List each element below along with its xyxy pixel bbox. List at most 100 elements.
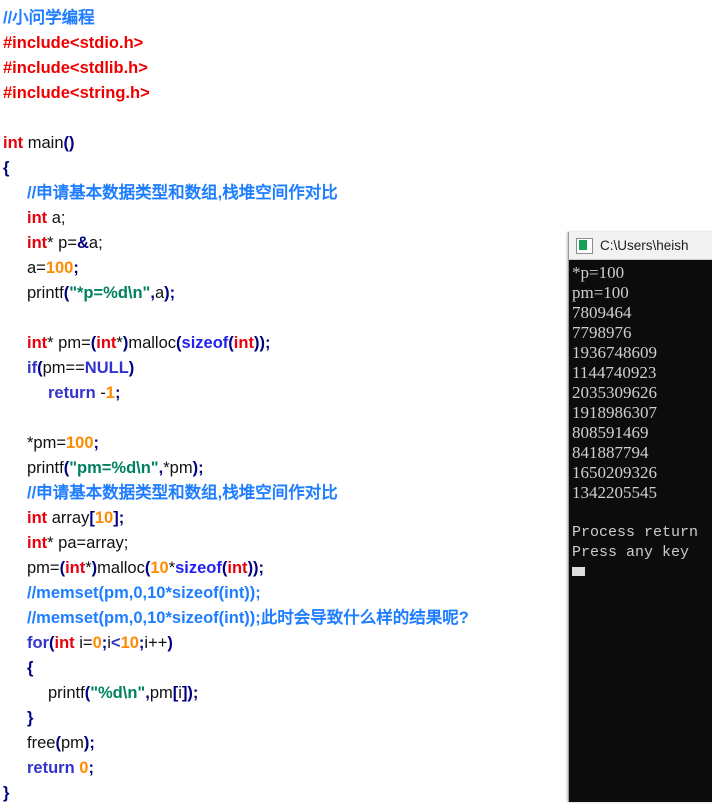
console-output-line: Process return bbox=[572, 524, 699, 541]
console-output-line: Press any key bbox=[572, 544, 690, 561]
code-token: 1 bbox=[105, 384, 115, 402]
code-line[interactable]: //申请基本数据类型和数组,栈堆空间作对比 bbox=[0, 181, 712, 206]
code-token: return bbox=[48, 384, 96, 402]
code-token: NULL bbox=[84, 359, 129, 377]
code-line[interactable]: #include<string.h> bbox=[0, 81, 712, 106]
code-token: int bbox=[3, 134, 24, 152]
code-line[interactable]: int main() bbox=[0, 131, 712, 156]
code-token: int bbox=[65, 559, 86, 577]
code-token: ; bbox=[88, 759, 94, 777]
code-token: #include<string.h> bbox=[3, 84, 150, 102]
code-line[interactable]: #include<stdlib.h> bbox=[0, 56, 712, 81]
code-token: a= bbox=[27, 259, 46, 277]
console-output-line: 7809464 bbox=[572, 303, 632, 322]
code-token: *pm bbox=[163, 459, 193, 477]
console-output-lines: *p=100 pm=100 7809464 7798976 1936748609 1144… bbox=[572, 263, 712, 563]
code-token: printf bbox=[27, 459, 64, 477]
console-window[interactable]: C:\Users\heish *p=100 pm=100 7809464 779897… bbox=[568, 232, 712, 802]
code-token: "pm=%d\n" bbox=[69, 459, 159, 477]
code-token: } bbox=[3, 784, 10, 802]
console-output-line: pm=100 bbox=[572, 283, 629, 302]
code-token: printf bbox=[48, 684, 85, 702]
code-token: { bbox=[3, 159, 10, 177]
code-token: array bbox=[47, 509, 90, 527]
console-output-line: 1936748609 bbox=[572, 343, 657, 362]
console-output-line: *p=100 bbox=[572, 263, 625, 282]
code-token: int bbox=[27, 234, 48, 252]
code-token: ) bbox=[167, 634, 173, 652]
code-token: malloc bbox=[97, 559, 145, 577]
code-token: i++ bbox=[144, 634, 168, 652]
code-token: 10 bbox=[150, 559, 169, 577]
code-token: )); bbox=[253, 334, 271, 352]
code-token: 100 bbox=[45, 259, 74, 277]
console-titlebar[interactable]: C:\Users\heish bbox=[569, 232, 712, 260]
code-token: 10 bbox=[94, 509, 114, 527]
code-token: 100 bbox=[65, 434, 94, 452]
code-token: "*p=%d\n" bbox=[69, 284, 151, 302]
code-token: pm bbox=[60, 734, 84, 752]
console-output-line: 7798976 bbox=[572, 323, 632, 342]
code-token: "%d\n" bbox=[90, 684, 146, 702]
code-token: int bbox=[96, 334, 117, 352]
code-token: ]); bbox=[181, 684, 199, 702]
code-token: a; bbox=[47, 209, 66, 227]
code-token: - bbox=[95, 384, 106, 402]
console-title-text: C:\Users\heish bbox=[600, 238, 689, 253]
code-token: ; bbox=[73, 259, 79, 277]
code-token: & bbox=[77, 234, 89, 252]
code-token: ; bbox=[114, 384, 121, 402]
code-token: * pa=array; bbox=[47, 534, 129, 552]
code-token: } bbox=[27, 709, 34, 727]
code-token: pm= bbox=[27, 559, 60, 577]
code-token: sizeof bbox=[181, 334, 229, 352]
code-token: #include<stdio.h> bbox=[3, 34, 144, 52]
code-token: { bbox=[27, 659, 34, 677]
code-token: 10 bbox=[120, 634, 139, 652]
console-cursor bbox=[572, 567, 585, 576]
console-output-line: 1918986307 bbox=[572, 403, 657, 422]
console-output-area[interactable]: *p=100 pm=100 7809464 7798976 1936748609 1144… bbox=[569, 260, 712, 802]
code-token: a; bbox=[88, 234, 103, 252]
code-token: #include<stdlib.h> bbox=[3, 59, 148, 77]
code-token: //小问学编程 bbox=[3, 9, 95, 27]
code-token: int bbox=[233, 334, 254, 352]
code-token: i= bbox=[74, 634, 93, 652]
code-token: int bbox=[54, 634, 75, 652]
code-token: 0 bbox=[92, 634, 102, 652]
code-token: ; bbox=[93, 434, 100, 452]
code-token: a bbox=[154, 284, 165, 302]
code-token: ); bbox=[83, 734, 95, 752]
code-token: pm bbox=[149, 684, 173, 702]
code-token: for bbox=[27, 634, 49, 652]
code-token: int bbox=[227, 559, 248, 577]
code-line[interactable] bbox=[0, 106, 712, 131]
code-token: int bbox=[27, 534, 48, 552]
code-token: )); bbox=[247, 559, 265, 577]
code-line[interactable]: #include<stdio.h> bbox=[0, 31, 712, 56]
code-token: () bbox=[63, 134, 75, 152]
code-token: *pm= bbox=[27, 434, 66, 452]
code-token: ) bbox=[128, 359, 135, 377]
code-token: //申请基本数据类型和数组,栈堆空间作对比 bbox=[27, 184, 338, 202]
code-line[interactable]: //小问学编程 bbox=[0, 6, 712, 31]
console-output-line: 1650209326 bbox=[572, 463, 657, 482]
code-line[interactable]: int a; bbox=[0, 206, 712, 231]
code-token: free bbox=[27, 734, 56, 752]
code-token: ]; bbox=[113, 509, 125, 527]
console-output-line: 1342205545 bbox=[572, 483, 657, 502]
code-token: int bbox=[27, 209, 48, 227]
code-token: malloc bbox=[128, 334, 177, 352]
console-output-line: 1144740923 bbox=[572, 363, 657, 382]
code-token: * p= bbox=[47, 234, 77, 252]
code-token: if bbox=[27, 359, 38, 377]
console-output-line: 841887794 bbox=[572, 443, 649, 462]
code-token: int bbox=[27, 509, 48, 527]
console-output-line: 808591469 bbox=[572, 423, 649, 442]
console-output-line: 2035309626 bbox=[572, 383, 657, 402]
code-line[interactable]: { bbox=[0, 156, 712, 181]
code-token: return bbox=[27, 759, 75, 777]
code-token: main bbox=[23, 134, 64, 152]
code-token: printf bbox=[27, 284, 64, 302]
